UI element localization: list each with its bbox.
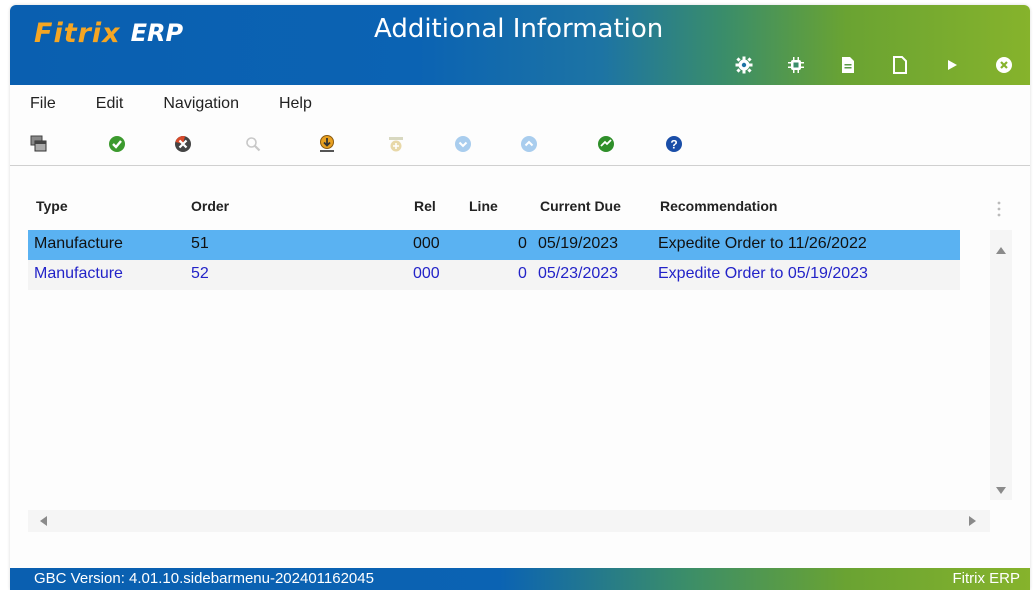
- horizontal-scrollbar[interactable]: [28, 510, 990, 532]
- scroll-left-arrow-icon[interactable]: [38, 515, 48, 527]
- cell-order: 51: [191, 235, 209, 252]
- column-header-order[interactable]: Order: [191, 198, 229, 214]
- column-menu-icon[interactable]: [996, 200, 1002, 218]
- scroll-right-arrow-icon[interactable]: [968, 515, 978, 527]
- app-window: Fitrix ERP Additional Information File E…: [10, 5, 1030, 590]
- cancel-icon[interactable]: [172, 133, 194, 155]
- table-row[interactable]: Manufacture 51 000 0 05/19/2023 Expedite…: [28, 230, 960, 260]
- logo-suffix: ERP: [130, 19, 184, 47]
- vertical-scrollbar[interactable]: [990, 230, 1012, 500]
- cell-current-due: 05/19/2023: [538, 235, 619, 252]
- cell-line: 0: [518, 265, 527, 282]
- document-blank-icon[interactable]: [874, 53, 926, 77]
- menu-bar: File Edit Navigation Help: [10, 85, 1030, 123]
- chip-icon[interactable]: [770, 53, 822, 77]
- column-header-recommendation[interactable]: Recommendation: [660, 198, 777, 214]
- toolbar-divider: [10, 165, 1030, 166]
- cell-rel: 000: [413, 265, 440, 282]
- title-action-bar: [718, 51, 1030, 79]
- column-header-line[interactable]: Line: [469, 198, 498, 214]
- column-header-current-due[interactable]: Current Due: [540, 198, 621, 214]
- download-icon[interactable]: [316, 133, 338, 155]
- column-header-type[interactable]: Type: [36, 198, 68, 214]
- attach-icon: [385, 133, 407, 155]
- column-header-rel[interactable]: Rel: [414, 198, 436, 214]
- cell-current-due: 05/23/2023: [538, 265, 619, 282]
- scroll-down-icon: [452, 133, 474, 155]
- cell-order: 52: [191, 265, 209, 282]
- svg-text:?: ?: [670, 138, 677, 152]
- product-name: Fitrix ERP: [952, 570, 1021, 587]
- accept-icon[interactable]: [106, 133, 128, 155]
- zoom-icon: [242, 133, 264, 155]
- gbc-version: GBC Version: 4.01.10.sidebarmenu-2024011…: [34, 570, 374, 587]
- cell-type: Manufacture: [34, 235, 123, 252]
- cell-type: Manufacture: [34, 265, 123, 282]
- scroll-down-arrow-icon[interactable]: [995, 486, 1007, 496]
- refresh-icon[interactable]: [595, 133, 617, 155]
- cell-line: 0: [518, 235, 527, 252]
- document-filled-icon[interactable]: [822, 53, 874, 77]
- menu-help[interactable]: Help: [279, 95, 312, 113]
- windows-icon[interactable]: [28, 133, 50, 155]
- menu-file[interactable]: File: [30, 95, 56, 113]
- scroll-up-icon: [518, 133, 540, 155]
- table-row[interactable]: Manufacture 52 000 0 05/23/2023 Expedite…: [28, 260, 960, 290]
- title-bar: Fitrix ERP Additional Information: [10, 5, 1030, 85]
- help-icon[interactable]: ?: [663, 133, 685, 155]
- close-circle-icon[interactable]: [978, 53, 1030, 77]
- window-title: Additional Information: [374, 14, 664, 44]
- status-bar: GBC Version: 4.01.10.sidebarmenu-2024011…: [10, 568, 1030, 590]
- cell-rel: 000: [413, 235, 440, 252]
- cell-recommendation: Expedite Order to 11/26/2022: [658, 235, 867, 252]
- menu-edit[interactable]: Edit: [96, 95, 124, 113]
- fitrix-logo: Fitrix ERP: [34, 17, 183, 49]
- logo-name: Fitrix: [34, 17, 121, 49]
- toolbar: ?: [10, 123, 1030, 165]
- gear-icon[interactable]: [718, 53, 770, 77]
- scroll-up-arrow-icon[interactable]: [995, 245, 1007, 255]
- menu-navigation[interactable]: Navigation: [163, 95, 239, 113]
- cell-recommendation: Expedite Order to 05/19/2023: [658, 265, 868, 282]
- play-icon[interactable]: [926, 53, 978, 77]
- recommendations-table: Type Order Rel Line Current Due Recommen…: [28, 190, 1012, 532]
